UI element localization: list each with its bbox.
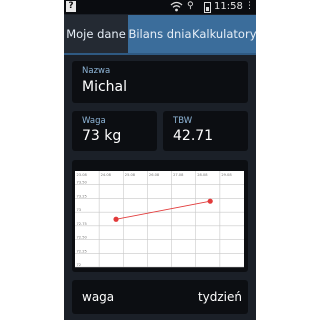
chart-x-tick-label: 29.08 — [221, 173, 232, 177]
chart-y-tick-label: 72.75 — [77, 222, 87, 226]
wifi-icon — [170, 1, 183, 12]
tab-bar: Moje dane Bilans dnia Kalkulatory — [64, 15, 256, 53]
chart-y-tick-label: 72.25 — [77, 249, 87, 253]
chart-x-tick-label: 25.08 — [125, 173, 136, 177]
chart-y-tick-label: 72 — [77, 263, 82, 267]
status-bar: ? ⚲ 11:58 ⋮ — [64, 0, 256, 14]
chart-plot-area — [75, 171, 244, 267]
tbw-value: 42.71 — [173, 128, 214, 144]
tbw-card[interactable]: TBW 42.71 — [163, 111, 248, 151]
tab-bilans-dnia[interactable]: Bilans dnia — [128, 15, 192, 53]
tbw-label: TBW — [173, 116, 193, 126]
weight-card[interactable]: Waga 73 kg — [72, 111, 157, 151]
name-card[interactable]: Nazwa Michal — [72, 61, 248, 103]
chart-y-tick-label: 73 — [77, 208, 82, 212]
overflow-menu-icon[interactable]: ⋮ — [245, 1, 254, 11]
chart-data-point — [113, 216, 119, 222]
chart-x-tick-label: 23.08 — [77, 173, 88, 177]
phone-screen: ? ⚲ 11:58 ⋮ Moje dane Bilans dnia Kalkul… — [64, 0, 256, 320]
weight-chart-card: 23.08 24.08 25.08 26.08 27.08 28.08 29.08 73.50… — [72, 160, 248, 272]
clock: 11:58 — [214, 1, 243, 12]
tab-kalkulatory[interactable]: Kalkulatory — [192, 15, 256, 53]
name-label: Nazwa — [82, 66, 111, 76]
chart-x-tick-label: 24.08 — [101, 173, 112, 177]
name-value: Michal — [82, 79, 128, 95]
chart-x-tick-label: 26.08 — [149, 173, 160, 177]
chart-y-tick-label: 73.25 — [77, 194, 87, 198]
weight-value: 73 kg — [82, 128, 122, 144]
period-selector-button[interactable]: tydzień — [198, 280, 242, 314]
help-icon: ? — [66, 1, 76, 12]
bottom-bar: waga tydzień — [72, 280, 248, 314]
chart-y-tick-label: 73.50 — [77, 181, 88, 185]
tab-divider — [64, 53, 256, 55]
usb-icon: ⚲ — [187, 1, 194, 11]
weight-chart: 23.08 24.08 25.08 26.08 27.08 28.08 29.08 73.50… — [75, 171, 244, 268]
chart-x-tick-label: 28.08 — [197, 173, 208, 177]
tab-moje-dane[interactable]: Moje dane — [64, 15, 128, 53]
chart-x-tick-label: 27.08 — [173, 173, 184, 177]
metric-selector-button[interactable]: waga — [82, 280, 114, 314]
battery-icon — [204, 2, 211, 13]
weight-label: Waga — [82, 116, 106, 126]
chart-y-tick-label: 72.50 — [77, 236, 88, 240]
chart-data-point — [207, 198, 213, 204]
